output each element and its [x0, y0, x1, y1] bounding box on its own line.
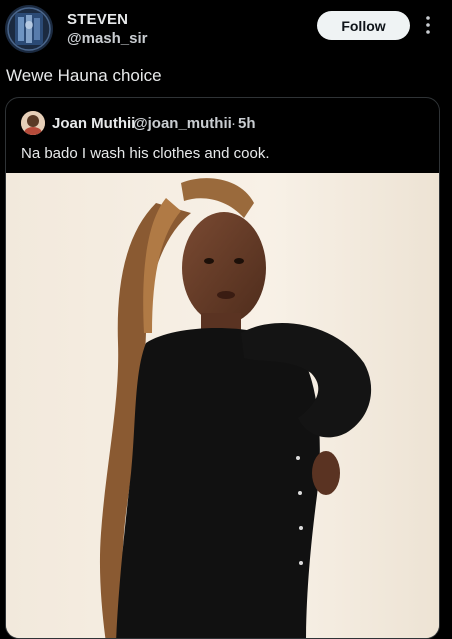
quoted-post-card[interactable]: Joan Muthii @joan_muthii · 5h Na bado I … [5, 97, 440, 639]
author-avatar[interactable] [5, 5, 53, 53]
quote-photo[interactable] [6, 173, 439, 638]
post-text: Wewe Hauna choice [6, 66, 162, 85]
quote-author-avatar[interactable] [21, 111, 45, 135]
follow-button[interactable]: Follow [317, 11, 410, 40]
quote-text: Na bado I wash his clothes and cook. [21, 145, 270, 162]
photo-of-woman [6, 173, 439, 638]
author-name[interactable]: STEVEN [67, 11, 128, 28]
quote-separator: · [231, 115, 236, 132]
more-vertical-icon[interactable] [420, 13, 436, 37]
quote-author-handle[interactable]: @joan_muthii [133, 115, 232, 132]
author-avatar-image [5, 5, 53, 53]
author-handle[interactable]: @mash_sir [67, 30, 148, 47]
quote-author-name[interactable]: Joan Muthii [52, 115, 135, 132]
quote-timestamp[interactable]: 5h [238, 115, 256, 132]
